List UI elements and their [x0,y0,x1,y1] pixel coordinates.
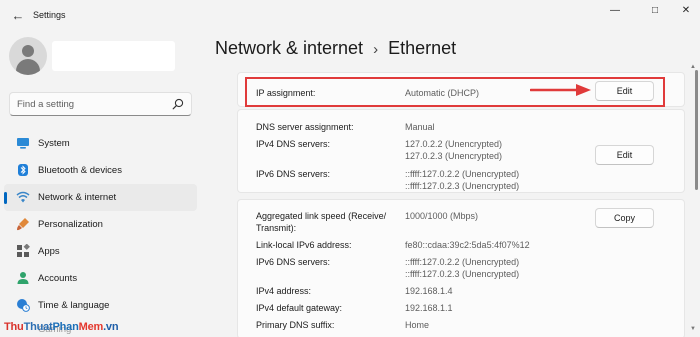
avatar[interactable] [9,37,47,75]
ipv6-dns-server-2: ::ffff:127.0.2.3 (Unencrypted) [405,269,520,279]
highlight-box [245,77,665,107]
wifi-icon [16,191,30,203]
sidebar-item-system[interactable]: System [4,130,197,157]
breadcrumb-parent[interactable]: Network & internet [215,38,363,58]
close-button[interactable]: ✕ [675,4,697,18]
user-name-redacted [52,41,175,71]
scroll-down-icon[interactable]: ▼ [690,326,696,332]
monitor-icon [17,138,29,149]
link-local-ipv6-label: Link-local IPv6 address: [256,240,352,250]
scroll-thumb[interactable] [695,70,698,190]
dns-assignment-value: Manual [405,122,435,132]
sidebar-item-label: System [38,138,70,149]
ipv6-dns-value-1: ::ffff:127.0.2.2 (Unencrypted) [405,169,520,179]
search-input[interactable] [17,97,167,111]
back-arrow-icon[interactable]: ← [9,7,27,25]
avatar-body [16,59,40,75]
search-box[interactable] [9,92,192,116]
sidebar-item-apps[interactable]: Apps [4,238,197,265]
watermark-part: Thu [4,321,24,333]
ipv4-dns-label: IPv4 DNS servers: [256,139,331,149]
ipv4-gateway-label: IPv4 default gateway: [256,303,343,313]
dns-edit-button[interactable]: Edit [595,145,654,165]
sidebar-item-label: Apps [38,246,60,257]
sidebar-item-label: Personalization [38,219,103,230]
chevron-right-icon: › [373,41,379,58]
watermark-part: Thuat [23,321,53,333]
sidebar-item-accounts[interactable]: Accounts [4,265,197,292]
watermark-part: .vn [103,321,119,333]
ipv4-dns-value-1: 127.0.2.2 (Unencrypted) [405,139,503,149]
sidebar-item-time-language[interactable]: Time & language [4,292,197,319]
ipv4-dns-value-2: 127.0.2.3 (Unencrypted) [405,151,503,161]
app-title: Settings [33,10,66,20]
search-icon[interactable] [172,98,184,110]
watermark: ThuThuatPhanMem.vn [4,321,119,333]
arrow-right-icon [530,84,591,96]
ipv4-address-label: IPv4 address: [256,286,312,296]
watermark-part: Phan [52,321,79,333]
maximize-button[interactable]: □ [644,4,666,18]
ipv4-gateway-value: 192.168.1.1 [405,303,453,313]
title-bar: ← Settings — □ ✕ [0,0,700,32]
apps-icon [17,244,30,257]
watermark-part: Mem [78,321,104,333]
link-speed-value: 1000/1000 (Mbps) [405,211,479,221]
ipv6-dns-value-2: ::ffff:127.0.2.3 (Unencrypted) [405,181,520,191]
sidebar-item-bluetooth[interactable]: Bluetooth & devices [4,157,197,184]
sidebar-item-personalization[interactable]: Personalization [4,211,197,238]
link-local-ipv6-value: fe80::cdaa:39c2:5da5:4f07%12 [405,240,530,250]
sidebar-item-label: Bluetooth & devices [38,165,122,176]
scrollbar[interactable] [695,62,698,330]
breadcrumb: Network & internet › Ethernet [215,38,456,59]
ipv6-dns-label: IPv6 DNS servers: [256,169,331,179]
dns-assignment-label: DNS server assignment: [256,122,354,132]
sidebar-item-network[interactable]: Network & internet [4,184,197,211]
person-icon [17,272,29,284]
sidebar-nav: System Bluetooth & devices Network & int… [4,130,197,319]
primary-dns-suffix-label: Primary DNS suffix: [256,320,335,330]
sidebar-item-label: Network & internet [38,192,117,203]
ipv6-dns-server-1: ::ffff:127.0.2.2 (Unencrypted) [405,257,520,267]
scroll-up-icon[interactable]: ▲ [690,64,696,70]
globe-clock-icon [17,299,30,312]
copy-button[interactable]: Copy [595,208,654,228]
minimize-button[interactable]: — [604,4,626,18]
primary-dns-suffix-value: Home [405,320,430,330]
link-speed-label: Aggregated link speed (Receive/ [256,211,387,221]
avatar-head [22,45,34,57]
page-title: Ethernet [388,38,457,58]
sidebar-item-label: Time & language [38,300,110,311]
ipv4-address-value: 192.168.1.4 [405,286,453,296]
ipv6-dns-servers-label: IPv6 DNS servers: [256,257,331,267]
sidebar-item-label: Accounts [38,273,78,284]
link-speed-label-cont: Transmit): [256,223,297,233]
bluetooth-icon [18,164,28,176]
brush-icon [17,218,29,231]
